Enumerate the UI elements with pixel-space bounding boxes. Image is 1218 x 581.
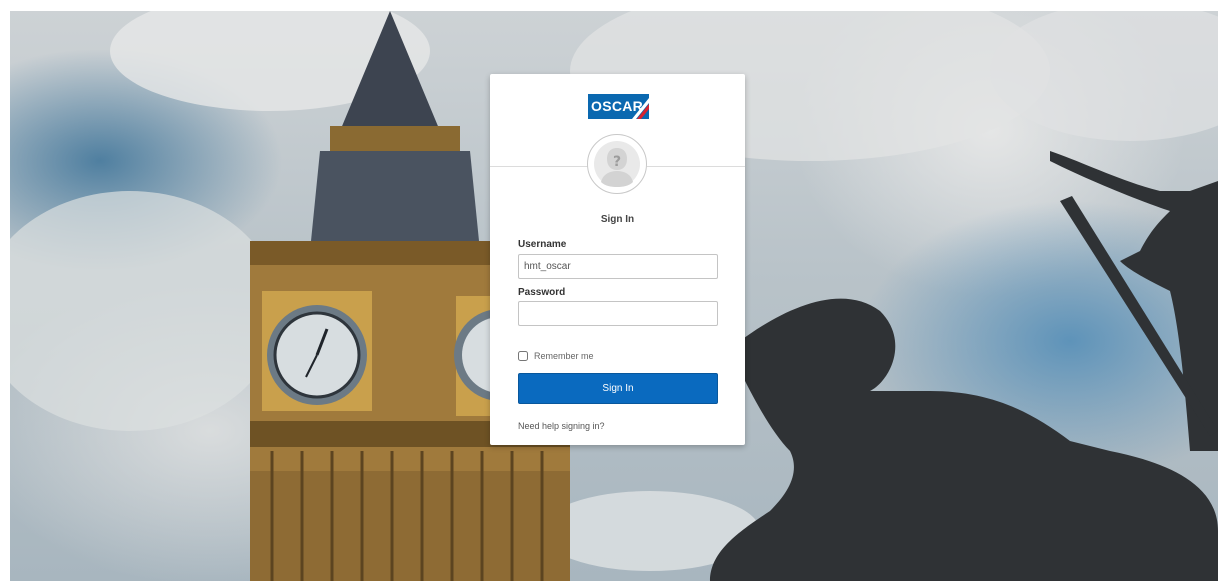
password-input[interactable]	[518, 301, 718, 326]
user-placeholder-icon: ?	[594, 141, 640, 187]
login-card: OSCAR ? Sign In Username Password Rememb…	[490, 74, 745, 445]
logo-slash-icon	[632, 98, 649, 119]
divider-left	[490, 166, 588, 167]
statue-shape	[710, 151, 1218, 581]
username-input[interactable]	[518, 254, 718, 279]
password-label: Password	[518, 287, 566, 298]
username-label: Username	[518, 239, 567, 250]
divider-right	[647, 166, 745, 167]
remember-me-label: Remember me	[534, 351, 594, 361]
help-link[interactable]: Need help signing in?	[518, 421, 605, 431]
avatar: ?	[587, 134, 647, 194]
remember-me-checkbox[interactable]	[518, 351, 528, 361]
remember-me[interactable]: Remember me	[518, 350, 594, 362]
svg-text:?: ?	[613, 154, 621, 170]
sign-in-button[interactable]: Sign In	[518, 373, 718, 404]
page-title: Sign In	[600, 214, 635, 225]
oscar-logo: OSCAR	[588, 94, 649, 119]
